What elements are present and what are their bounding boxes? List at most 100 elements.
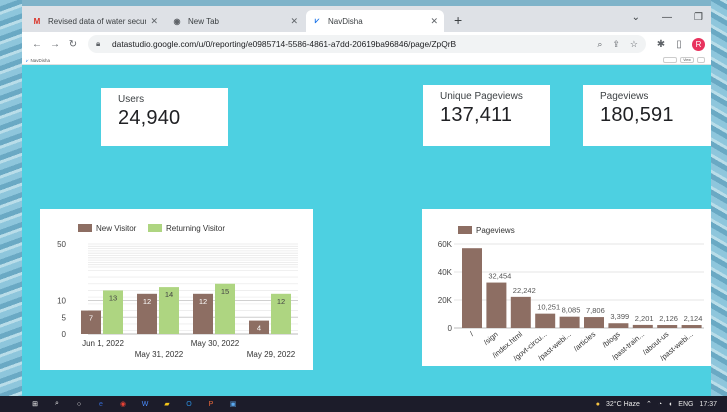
windows-start-icon[interactable]: ⊞ xyxy=(24,396,46,412)
bar xyxy=(608,323,629,328)
close-icon[interactable]: ✕ xyxy=(430,16,438,27)
browser-window: M Revised data of water security su ✕ ◉ … xyxy=(22,6,711,396)
tray-chevron-icon[interactable]: ⌃ xyxy=(646,400,652,408)
data-label: 14 xyxy=(165,290,173,299)
x-tick-label: Jun 1, 2022 xyxy=(82,339,124,348)
outlook-icon[interactable]: O xyxy=(178,396,200,412)
scorecard-label: Users xyxy=(118,94,145,105)
taskbar: ⊞ ⌕ ○ e ◉ W ▰ O P ▣ ● 32°C Haze ⌃ ◔ ◖ EN… xyxy=(0,396,727,412)
bar xyxy=(559,316,580,328)
x-tick-label: May 30, 2022 xyxy=(191,339,240,348)
language-indicator[interactable]: ENG xyxy=(678,401,693,408)
data-label: 2,126 xyxy=(659,314,678,323)
reload-icon[interactable]: ↻ xyxy=(64,39,82,50)
data-label: 13 xyxy=(109,293,117,302)
legend-label: Pageviews xyxy=(476,226,515,235)
clock[interactable]: 17:37 xyxy=(699,401,717,408)
x-tick-label: /blogs xyxy=(601,329,622,349)
data-label: 2,201 xyxy=(635,314,654,323)
network-icon[interactable]: ◔ xyxy=(658,401,662,408)
visitor-type-chart[interactable]: New Visitor Returning Visitor 50 10 5 0 7 13 Jun… xyxy=(40,209,313,370)
file-explorer-icon[interactable]: ▰ xyxy=(156,396,178,412)
browser-toolbar: ← → ↻ 🔒︎ datastudio.google.com/u/0/repor… xyxy=(22,32,711,56)
profile-avatar[interactable]: R xyxy=(692,37,705,51)
legend-label: New Visitor xyxy=(96,224,137,233)
edge-icon[interactable]: e xyxy=(90,396,112,412)
data-label: 15 xyxy=(221,287,229,296)
bar xyxy=(584,317,604,328)
pageviews-bar-chart: Pageviews60K40K20K0/32,454/sign22,242/in… xyxy=(438,226,704,363)
data-label: 12 xyxy=(199,297,207,306)
close-icon[interactable]: ✕ xyxy=(150,16,158,27)
address-bar[interactable]: 🔒︎ datastudio.google.com/u/0/reporting/e… xyxy=(88,35,646,53)
view-button[interactable]: View xyxy=(680,57,694,63)
gmail-icon: M xyxy=(33,16,41,26)
reset-button[interactable] xyxy=(663,57,677,63)
chevron-down-icon[interactable]: ⌄ xyxy=(632,12,640,23)
y-tick-label: 40K xyxy=(438,268,453,277)
search-icon[interactable]: ⌕ xyxy=(46,396,68,412)
report-logo-icon: ⩗ xyxy=(26,57,29,63)
data-label: 7,806 xyxy=(586,306,605,315)
y-tick-label: 60K xyxy=(438,240,453,249)
bar xyxy=(462,248,482,328)
scorecard-value: 24,940 xyxy=(118,107,181,129)
x-tick-label: /articles xyxy=(572,329,598,353)
maximize-icon[interactable]: ❐ xyxy=(694,12,703,23)
tab-new-tab[interactable]: ◉ New Tab ✕ xyxy=(166,10,304,32)
legend-swatch xyxy=(148,224,162,232)
weather-icon[interactable]: ● xyxy=(596,401,600,408)
scorecard-value: 137,411 xyxy=(440,104,513,126)
bar xyxy=(681,325,702,328)
minimize-icon[interactable]: — xyxy=(662,12,672,23)
data-label: 32,454 xyxy=(488,272,511,281)
scorecard-label: Pageviews xyxy=(600,91,649,102)
y-tick-label: 0 xyxy=(62,330,67,339)
legend-label: Returning Visitor xyxy=(166,224,225,233)
back-icon[interactable]: ← xyxy=(28,39,46,50)
unique-pageviews-scorecard[interactable]: Unique Pageviews 137,411 xyxy=(423,85,550,146)
word-icon[interactable]: W xyxy=(134,396,156,412)
data-label: 8,085 xyxy=(562,306,581,315)
tab-gmail[interactable]: M Revised data of water security su ✕ xyxy=(26,10,164,32)
scorecard-value: 180,591 xyxy=(600,104,674,126)
pageviews-chart[interactable]: Pageviews 60K 40K 20K 0/32,454/sign 22,242/in… xyxy=(422,209,711,366)
y-tick-label: 0 xyxy=(448,324,453,333)
new-tab-button[interactable]: + xyxy=(446,12,470,32)
volume-icon[interactable]: ◖ xyxy=(668,401,672,408)
report-header: ⩗ NavDisha View xyxy=(22,56,711,65)
bar xyxy=(486,282,507,328)
data-label: 2,124 xyxy=(684,314,703,323)
bar xyxy=(535,313,556,328)
y-tick-label: 10 xyxy=(57,297,66,306)
zoom-icon[interactable]: ⌕ xyxy=(597,39,602,50)
window-controls: ⌄ — ❐ xyxy=(632,12,703,23)
users-scorecard[interactable]: Users 24,940 xyxy=(101,88,228,146)
close-icon[interactable]: ✕ xyxy=(290,16,298,27)
chrome-icon[interactable]: ◉ xyxy=(112,396,134,412)
legend-swatch xyxy=(78,224,92,232)
tab-navdisha[interactable]: ⩗ NavDisha ✕ xyxy=(306,10,444,32)
more-button[interactable] xyxy=(697,57,705,63)
bar xyxy=(632,324,653,328)
extensions-icon[interactable]: ✱ xyxy=(652,39,670,50)
x-tick-label: May 31, 2022 xyxy=(135,350,184,359)
forward-icon[interactable]: → xyxy=(46,39,64,50)
share-icon[interactable]: ⇪ xyxy=(612,39,620,50)
chrome-icon: ◉ xyxy=(173,16,181,26)
weather-text[interactable]: 32°C Haze xyxy=(606,401,640,408)
url-text: datastudio.google.com/u/0/reporting/e098… xyxy=(112,39,457,49)
photos-icon[interactable]: ▣ xyxy=(222,396,244,412)
data-label: 10,251 xyxy=(537,303,560,312)
lock-icon[interactable]: 🔒︎ xyxy=(96,39,106,49)
pageviews-scorecard[interactable]: Pageviews 180,591 xyxy=(583,85,711,146)
powerpoint-icon[interactable]: P xyxy=(200,396,222,412)
bar xyxy=(510,296,531,328)
tab-title: New Tab xyxy=(188,16,219,26)
report-name: NavDisha xyxy=(30,57,51,63)
bookmark-star-icon[interactable]: ☆ xyxy=(630,39,638,50)
sidebar-icon[interactable]: ▯ xyxy=(670,39,688,50)
desktop-background xyxy=(0,0,22,412)
bar xyxy=(657,325,678,328)
task-view-icon[interactable]: ○ xyxy=(68,396,90,412)
